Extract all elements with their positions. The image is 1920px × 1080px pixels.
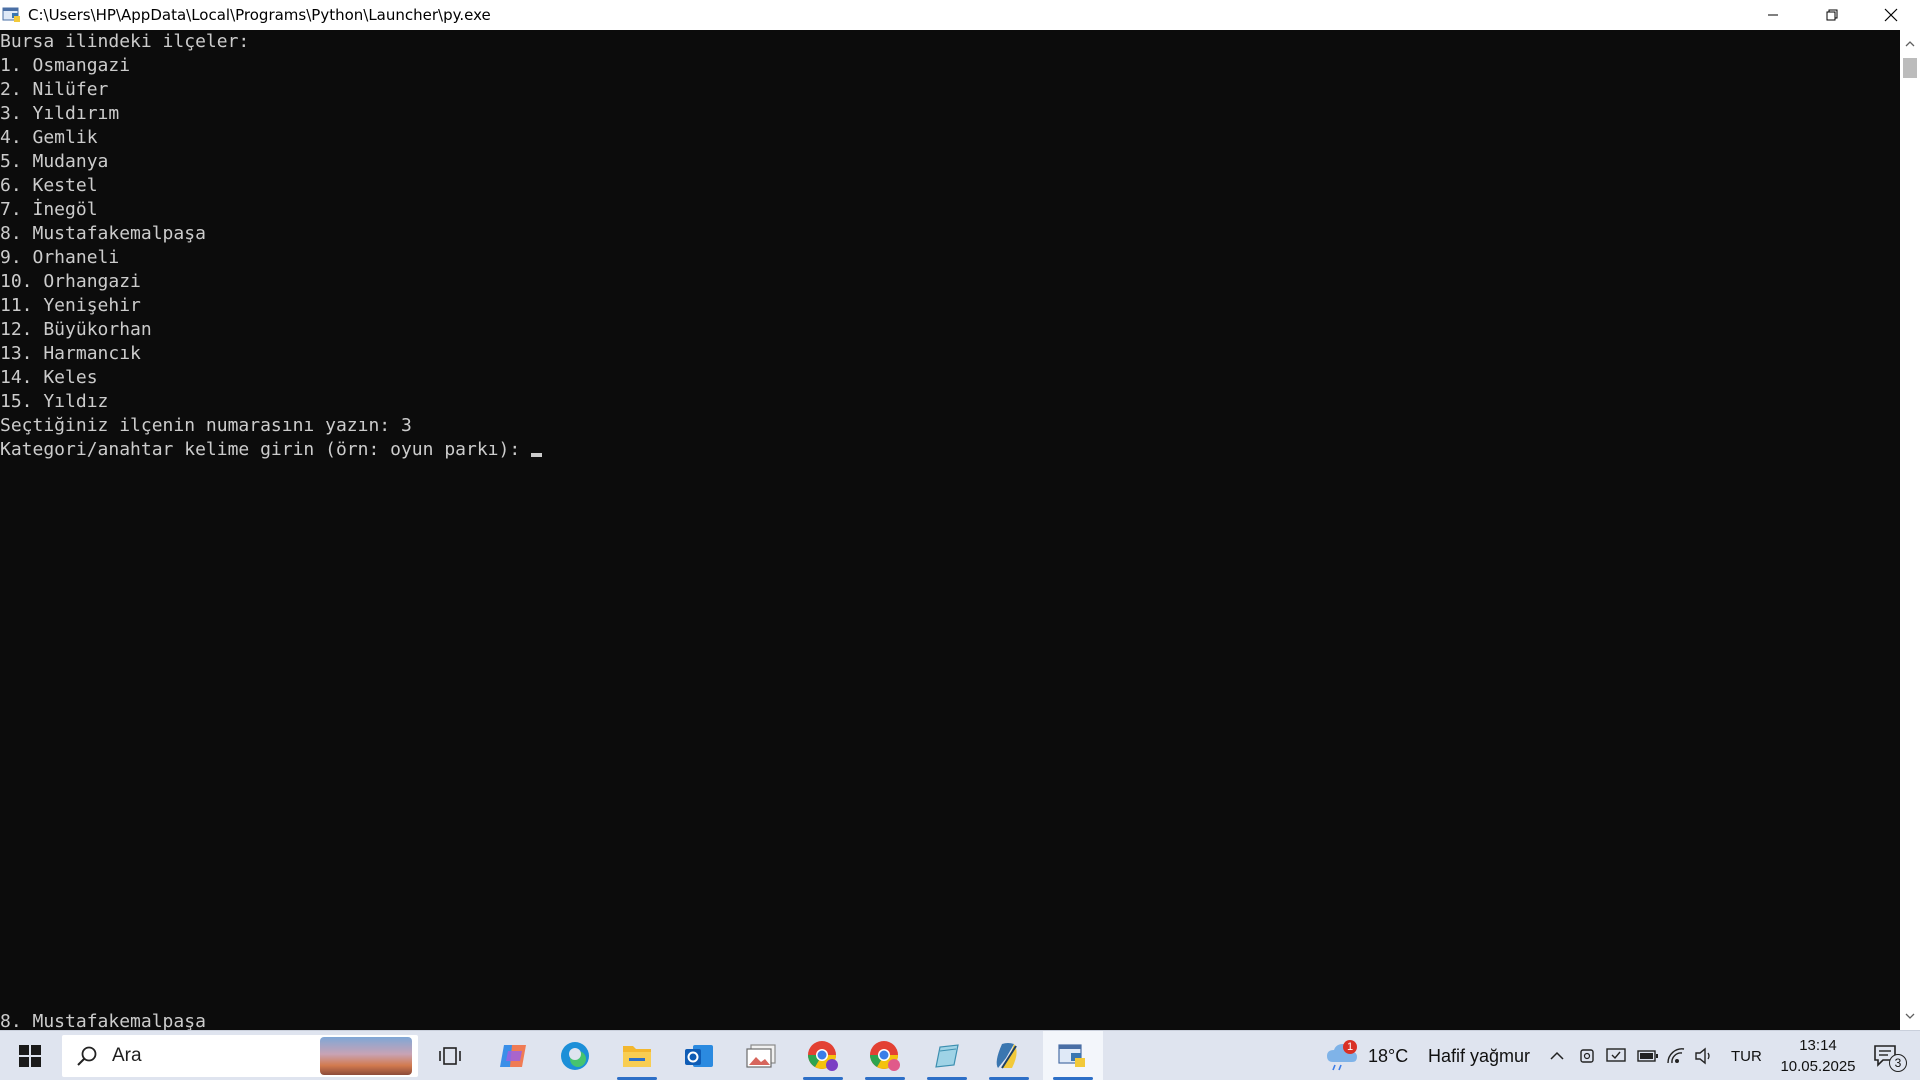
notification-count-badge: 3: [1889, 1054, 1907, 1072]
security-tray-button[interactable]: [1604, 1031, 1628, 1080]
task-view-button[interactable]: [422, 1031, 478, 1080]
remote-desktop-icon: [1606, 1048, 1626, 1062]
minimize-button[interactable]: [1743, 0, 1802, 30]
taskbar-search[interactable]: Ara: [62, 1035, 418, 1077]
console-output[interactable]: Bursa ilindeki ilçeler: 1. Osmangazi 2. …: [0, 30, 1900, 1030]
district-line: 5. Mudanya: [0, 151, 109, 172]
district-line: 1. Osmangazi: [0, 55, 131, 76]
python-idle-icon: [996, 1043, 1017, 1069]
console-lines: Bursa ilindeki ilçeler: 1. Osmangazi 2. …: [0, 30, 543, 462]
clock-date: 10.05.2025: [1780, 1058, 1856, 1075]
district-line: 11. Yenişehir: [0, 295, 141, 316]
keyword-prompt: Kategori/anahtar kelime girin (örn: oyun…: [0, 439, 521, 460]
chevron-down-icon: [1905, 1013, 1915, 1019]
file-explorer-icon: [623, 1046, 651, 1067]
close-button[interactable]: [1861, 0, 1920, 30]
show-hidden-icons-button[interactable]: [1545, 1031, 1569, 1080]
district-line: 15. Yıldız: [0, 391, 109, 412]
input-language[interactable]: TUR: [1731, 1031, 1762, 1080]
task-view-icon: [439, 1047, 461, 1065]
wifi-icon: [1667, 1048, 1685, 1064]
selection-prompt: Seçtiğiniz ilçenin numarasını yazın: 3: [0, 415, 412, 436]
chrome-k-button[interactable]: [857, 1031, 913, 1080]
window-title: C:\Users\HP\AppData\Local\Programs\Pytho…: [28, 6, 491, 24]
taskbar: Ara 1 18°C Hafif yağmur TUR 13:14 10.05.…: [0, 1030, 1920, 1080]
scroll-down-button[interactable]: [1900, 1006, 1920, 1026]
photos-icon: [746, 1044, 776, 1068]
clock-time: 13:14: [1799, 1037, 1837, 1054]
notification-count: 3: [1894, 1056, 1902, 1070]
weather-alert-badge: 1: [1343, 1040, 1357, 1054]
text-cursor: [531, 453, 543, 457]
camera-icon: [1580, 1049, 1594, 1063]
district-line: 10. Orhangazi: [0, 271, 141, 292]
vertical-scrollbar[interactable]: [1900, 30, 1920, 1030]
photos-button[interactable]: [733, 1031, 789, 1080]
windows-logo-icon: [19, 1045, 41, 1067]
window-controls: [1743, 0, 1920, 30]
district-line: 9. Orhaneli: [0, 247, 120, 268]
edge-button[interactable]: [547, 1031, 603, 1080]
chrome-k-icon: [870, 1041, 900, 1071]
restore-icon: [1826, 9, 1837, 21]
district-line: 2. Nilüfer: [0, 79, 109, 100]
python-launcher-icon: [1058, 1044, 1085, 1067]
outlook-button[interactable]: [671, 1031, 727, 1080]
minimize-icon: [1767, 14, 1778, 16]
district-line: 7. İnegöl: [0, 199, 98, 220]
console-header: Bursa ilindeki ilçeler:: [0, 31, 250, 52]
scroll-up-button[interactable]: [1900, 34, 1920, 54]
overflow-line: 8. Mustafakemalpaşa: [0, 1011, 206, 1030]
taskbar-clock[interactable]: 13:14 10.05.2025: [1768, 1035, 1868, 1077]
battery-button[interactable]: [1635, 1031, 1661, 1080]
start-button[interactable]: [10, 1031, 50, 1080]
chrome-s-button[interactable]: [795, 1031, 851, 1080]
chevron-up-icon: [1905, 41, 1915, 47]
edge-icon: [561, 1042, 589, 1070]
weather-alert-count: 1: [1346, 1041, 1354, 1053]
search-label: Ara: [112, 1045, 142, 1066]
weather-temperature[interactable]: 18°C: [1368, 1031, 1408, 1080]
close-icon: [1884, 8, 1897, 22]
file-explorer-button[interactable]: [609, 1031, 665, 1080]
search-highlight-image[interactable]: [320, 1037, 412, 1075]
restore-button[interactable]: [1802, 0, 1861, 30]
battery-icon: [1637, 1050, 1658, 1062]
notepad-icon: [935, 1044, 959, 1068]
meet-now-button[interactable]: [1576, 1031, 1600, 1080]
district-line: 6. Kestel: [0, 175, 98, 196]
copilot-button[interactable]: [486, 1031, 542, 1080]
district-line: 3. Yıldırım: [0, 103, 120, 124]
python-idle-button[interactable]: [981, 1031, 1037, 1080]
district-line: 14. Keles: [0, 367, 98, 388]
outlook-icon: [685, 1045, 713, 1067]
python-launcher-button[interactable]: [1043, 1031, 1103, 1080]
weather-condition[interactable]: Hafif yağmur: [1428, 1031, 1530, 1080]
keyword-prompt-line[interactable]: Kategori/anahtar kelime girin (örn: oyun…: [0, 438, 543, 462]
weather-widget-icon-wrap[interactable]: [1322, 1031, 1362, 1080]
scroll-thumb[interactable]: [1903, 58, 1917, 78]
district-line: 12. Büyükorhan: [0, 319, 152, 340]
chrome-s-icon: [808, 1041, 838, 1071]
network-button[interactable]: [1664, 1031, 1688, 1080]
title-bar[interactable]: C:\Users\HP\AppData\Local\Programs\Pytho…: [0, 0, 1920, 30]
district-line: 13. Harmancık: [0, 343, 141, 364]
district-line: 4. Gemlik: [0, 127, 98, 148]
speaker-icon: [1695, 1047, 1710, 1065]
search-icon: [77, 1046, 97, 1066]
district-line: 8. Mustafakemalpaşa: [0, 223, 206, 244]
notepad-button[interactable]: [919, 1031, 975, 1080]
chevron-up-icon: [1550, 1051, 1564, 1060]
copilot-icon: [500, 1045, 526, 1067]
volume-button[interactable]: [1692, 1031, 1716, 1080]
python-launcher-icon: [2, 7, 20, 22]
